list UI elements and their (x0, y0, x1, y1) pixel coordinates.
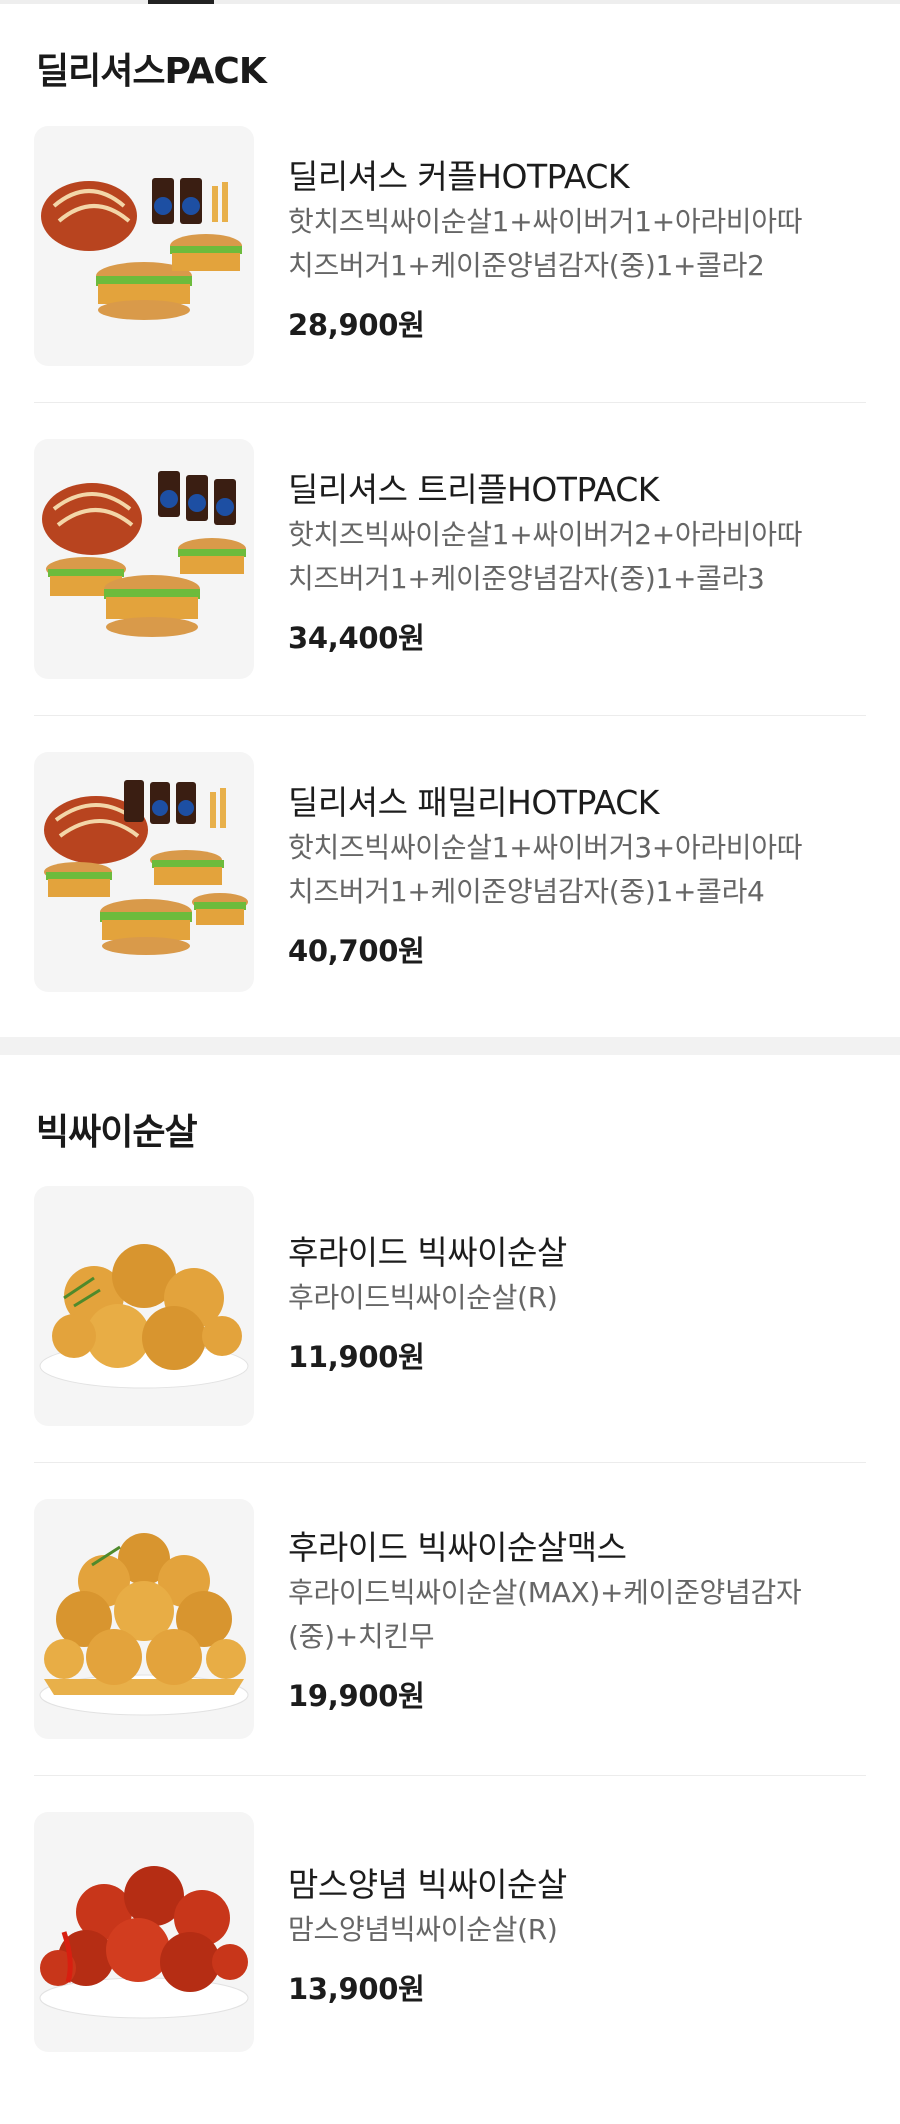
item-divider (34, 402, 866, 403)
item-name: 딜리셔스 커플HOTPACK (288, 157, 630, 196)
item-description: 핫치즈빅싸이순살1+싸이버거2+아라비아따 치즈버거1+케이준양념감자(중)1+… (288, 513, 868, 601)
product-image (34, 1499, 254, 1739)
item-description: 핫치즈빅싸이순살1+싸이버거1+아라비아따 치즈버거1+케이준양념감자(중)1+… (288, 200, 868, 288)
item-description: 후라이드빅싸이순살(MAX)+케이준양념감자 (중)+치킨무 (288, 1571, 868, 1659)
description-line: 핫치즈빅싸이순살1+싸이버거1+아라비아따 (288, 205, 803, 238)
item-divider (34, 1462, 866, 1463)
description-line: 핫치즈빅싸이순살1+싸이버거3+아라비아따 (288, 831, 803, 864)
item-price: 28,900원 (288, 308, 425, 342)
description-line: 후라이드빅싸이순살(R) (288, 1281, 558, 1314)
item-name: 딜리셔스 패밀리HOTPACK (288, 783, 659, 822)
item-name: 후라이드 빅싸이순살 (288, 1233, 567, 1272)
description-line: 핫치즈빅싸이순살1+싸이버거2+아라비아따 (288, 518, 803, 551)
menu-item-family-hotpack[interactable]: 딜리셔스 패밀리HOTPACK 핫치즈빅싸이순살1+싸이버거3+아라비아따 치즈… (0, 752, 900, 1064)
top-tab-bar (0, 0, 900, 4)
menu-item-couple-hotpack[interactable]: 딜리셔스 커플HOTPACK 핫치즈빅싸이순살1+싸이버거1+아라비아따 치즈버… (0, 126, 900, 438)
item-divider (34, 1775, 866, 1776)
product-image (34, 126, 254, 366)
description-line: 맘스양념빅싸이순살(R) (288, 1913, 558, 1946)
item-price: 13,900원 (288, 1972, 425, 2006)
description-line: 치즈버거1+케이준양념감자(중)1+콜라2 (288, 249, 765, 282)
product-image (34, 1186, 254, 1426)
menu-item-fried-big-cy[interactable]: 후라이드 빅싸이순살 후라이드빅싸이순살(R) 11,900원 (0, 1186, 900, 1498)
item-price: 34,400원 (288, 621, 425, 655)
item-price: 11,900원 (288, 1340, 425, 1374)
product-image (34, 439, 254, 679)
description-line: 후라이드빅싸이순살(MAX)+케이준양념감자 (288, 1576, 802, 1609)
item-name: 후라이드 빅싸이순살맥스 (288, 1528, 627, 1567)
item-divider (34, 715, 866, 716)
menu-item-moms-seasoned-big-cy[interactable]: 맘스양념 빅싸이순살 맘스양념빅싸이순살(R) 13,900원 (0, 1812, 900, 2124)
item-name: 딜리셔스 트리플HOTPACK (288, 470, 659, 509)
product-image (34, 752, 254, 992)
item-name: 맘스양념 빅싸이순살 (288, 1865, 567, 1904)
description-line: 치즈버거1+케이준양념감자(중)1+콜라4 (288, 875, 765, 908)
item-description: 핫치즈빅싸이순살1+싸이버거3+아라비아따 치즈버거1+케이준양념감자(중)1+… (288, 826, 868, 914)
section-title: 빅싸이순살 (36, 1112, 198, 1153)
active-tab-indicator (148, 0, 214, 4)
product-image (34, 1812, 254, 2052)
menu-item-fried-big-cy-max[interactable]: 후라이드 빅싸이순살맥스 후라이드빅싸이순살(MAX)+케이준양념감자 (중)+… (0, 1499, 900, 1811)
item-price: 19,900원 (288, 1679, 425, 1713)
menu-item-triple-hotpack[interactable]: 딜리셔스 트리플HOTPACK 핫치즈빅싸이순살1+싸이버거2+아라비아따 치즈… (0, 439, 900, 751)
item-description: 후라이드빅싸이순살(R) (288, 1276, 868, 1320)
item-price: 40,700원 (288, 934, 425, 968)
section-divider (0, 1037, 900, 1055)
description-line: 치즈버거1+케이준양념감자(중)1+콜라3 (288, 562, 765, 595)
description-line: (중)+치킨무 (288, 1620, 435, 1653)
item-description: 맘스양념빅싸이순살(R) (288, 1908, 868, 1952)
section-title: 딜리셔스PACK (36, 51, 267, 92)
